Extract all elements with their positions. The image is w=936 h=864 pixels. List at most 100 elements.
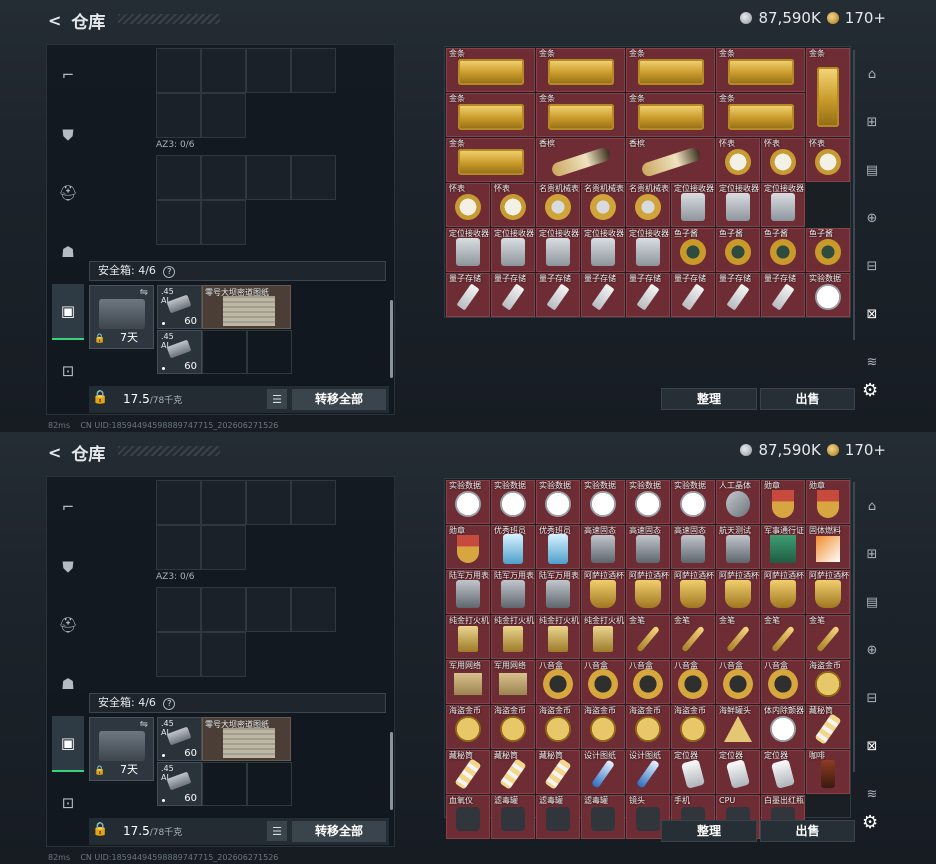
inventory-item[interactable]: 海盗金币: [491, 705, 535, 749]
search-panel-icon[interactable]: ⊟: [858, 252, 886, 280]
grid-cell[interactable]: [247, 330, 292, 374]
inventory-item[interactable]: 定位接收器: [626, 228, 670, 272]
inventory-item[interactable]: 高速固态: [671, 525, 715, 569]
inventory-item[interactable]: 海盗金币: [536, 705, 580, 749]
inventory-item[interactable]: 海鲜罐头: [716, 705, 760, 749]
inventory-item[interactable]: 纯金打火机: [491, 615, 535, 659]
inventory-item[interactable]: 八音盒: [671, 660, 715, 704]
store-icon[interactable]: ⌂: [858, 492, 886, 520]
gold-amount[interactable]: 170+: [845, 441, 886, 459]
grid-cell[interactable]: [201, 48, 246, 93]
inventory-item[interactable]: 阿萨拉酒杯: [671, 570, 715, 614]
inventory-item[interactable]: 海盗金币: [626, 705, 670, 749]
inventory-item[interactable]: 阿萨拉酒杯: [626, 570, 670, 614]
inventory-item[interactable]: 怀表: [446, 183, 490, 227]
inventory-item[interactable]: 藏秘筒: [491, 750, 535, 794]
inventory-item[interactable]: 定位接收器: [581, 228, 625, 272]
grid-cell[interactable]: [291, 587, 336, 632]
organize-button[interactable]: 整理: [661, 388, 757, 410]
toolbox-icon[interactable]: ⊡: [54, 789, 82, 817]
store-icon[interactable]: ⌂: [858, 60, 886, 88]
inventory-item[interactable]: 纯金打火机: [536, 615, 580, 659]
inventory-item[interactable]: 咖啡: [806, 750, 850, 794]
transfer-all-button[interactable]: 转移全部: [292, 821, 386, 842]
inventory-item[interactable]: 陆军万用表: [491, 570, 535, 614]
inventory-item[interactable]: 金条: [806, 48, 850, 137]
inventory-item[interactable]: 固体燃料: [806, 525, 850, 569]
inventory-item[interactable]: 藏秘筒: [536, 750, 580, 794]
grid-cell[interactable]: [156, 525, 201, 570]
inventory-item[interactable]: 定位器: [716, 750, 760, 794]
inventory-item[interactable]: 金条: [716, 48, 805, 92]
inventory-item[interactable]: 名贵机械表: [626, 183, 670, 227]
inventory-item[interactable]: 八音盒: [716, 660, 760, 704]
grid-cell[interactable]: [247, 762, 292, 806]
add-icon[interactable]: ⊕: [858, 204, 886, 232]
inventory-item[interactable]: 实验数据: [491, 480, 535, 524]
grid-cell[interactable]: [156, 587, 201, 632]
inventory-item[interactable]: 金笔: [761, 615, 805, 659]
inventory-item[interactable]: 军用网络: [491, 660, 535, 704]
filter-icon[interactable]: ≋: [858, 348, 886, 376]
grid-cell[interactable]: [201, 155, 246, 200]
search-panel-icon[interactable]: ⊟: [858, 684, 886, 712]
scrollbar[interactable]: [390, 300, 393, 378]
map-item[interactable]: 零号大坝密道图纸: [202, 285, 291, 329]
inventory-item[interactable]: 高速固态: [581, 525, 625, 569]
inventory-item[interactable]: 优秀班员: [536, 525, 580, 569]
inventory-item[interactable]: 阿萨拉酒杯: [806, 570, 850, 614]
arrange-icon[interactable]: ⊠: [858, 732, 886, 760]
gear-icon[interactable]: ⚙: [862, 380, 878, 401]
inventory-item[interactable]: 勋章: [446, 525, 490, 569]
arrange-icon[interactable]: ⊠: [858, 300, 886, 328]
inventory-item[interactable]: 航天测试: [716, 525, 760, 569]
case-icon[interactable]: ▣: [52, 716, 84, 772]
inventory-item[interactable]: 量子存储: [761, 273, 805, 317]
inventory-item[interactable]: 体内除颤器: [761, 705, 805, 749]
inventory-item[interactable]: 金笔: [671, 615, 715, 659]
scrollbar[interactable]: [390, 732, 393, 810]
ammo-item[interactable]: .45 AI 60: [157, 762, 202, 806]
inventory-item[interactable]: 优秀班员: [491, 525, 535, 569]
scan-icon[interactable]: ⊞: [858, 540, 886, 568]
grid-cell[interactable]: [156, 200, 201, 245]
grid-cell[interactable]: [202, 330, 247, 374]
ammo-item[interactable]: .45 AI 60: [157, 330, 202, 374]
armor-icon[interactable]: ⛊: [54, 553, 82, 581]
add-icon[interactable]: ⊕: [858, 636, 886, 664]
inventory-item[interactable]: 定位接收器: [536, 228, 580, 272]
inventory-item[interactable]: 定位接收器: [446, 228, 490, 272]
inventory-item[interactable]: 高速固态: [626, 525, 670, 569]
safe-box-case[interactable]: ⇋ 🔒 7天: [89, 285, 154, 349]
safe-box-case[interactable]: ⇋ 🔒 7天: [89, 717, 154, 781]
list-icon[interactable]: ☰: [267, 389, 287, 409]
filter-icon[interactable]: ≋: [858, 780, 886, 808]
helmet-icon[interactable]: ⛑: [54, 179, 82, 207]
grid-cell[interactable]: [201, 587, 246, 632]
back-icon[interactable]: <: [48, 443, 61, 462]
inventory-item[interactable]: 实验数据: [446, 480, 490, 524]
inventory-item[interactable]: 设计图纸: [581, 750, 625, 794]
inventory-item[interactable]: 定位接收器: [761, 183, 805, 227]
ammo-item[interactable]: .45 AI 60: [157, 717, 202, 761]
inventory-item[interactable]: 八音盒: [536, 660, 580, 704]
inventory-item[interactable]: 鱼子酱: [761, 228, 805, 272]
inventory-item[interactable]: 金笔: [806, 615, 850, 659]
transfer-all-button[interactable]: 转移全部: [292, 389, 386, 410]
grid-cell[interactable]: [291, 155, 336, 200]
inventory-scrollbar[interactable]: [853, 50, 855, 340]
inventory-item[interactable]: 名贵机械表: [581, 183, 625, 227]
inventory-item[interactable]: 量子存储: [446, 273, 490, 317]
gold-amount[interactable]: 170+: [845, 9, 886, 27]
inventory-item[interactable]: 八音盒: [581, 660, 625, 704]
inventory-item[interactable]: 金条: [446, 48, 535, 92]
scan-icon[interactable]: ⊞: [858, 108, 886, 136]
swap-icon[interactable]: ⇋: [140, 719, 148, 730]
grid-cell[interactable]: [156, 480, 201, 525]
inventory-item[interactable]: 纯金打火机: [446, 615, 490, 659]
grid-cell[interactable]: [201, 525, 246, 570]
inventory-item[interactable]: 陆军万用表: [446, 570, 490, 614]
inventory-item[interactable]: 滤毒罐: [491, 795, 535, 839]
inventory-item[interactable]: 血氧仪: [446, 795, 490, 839]
inventory-item[interactable]: 八音盒: [761, 660, 805, 704]
